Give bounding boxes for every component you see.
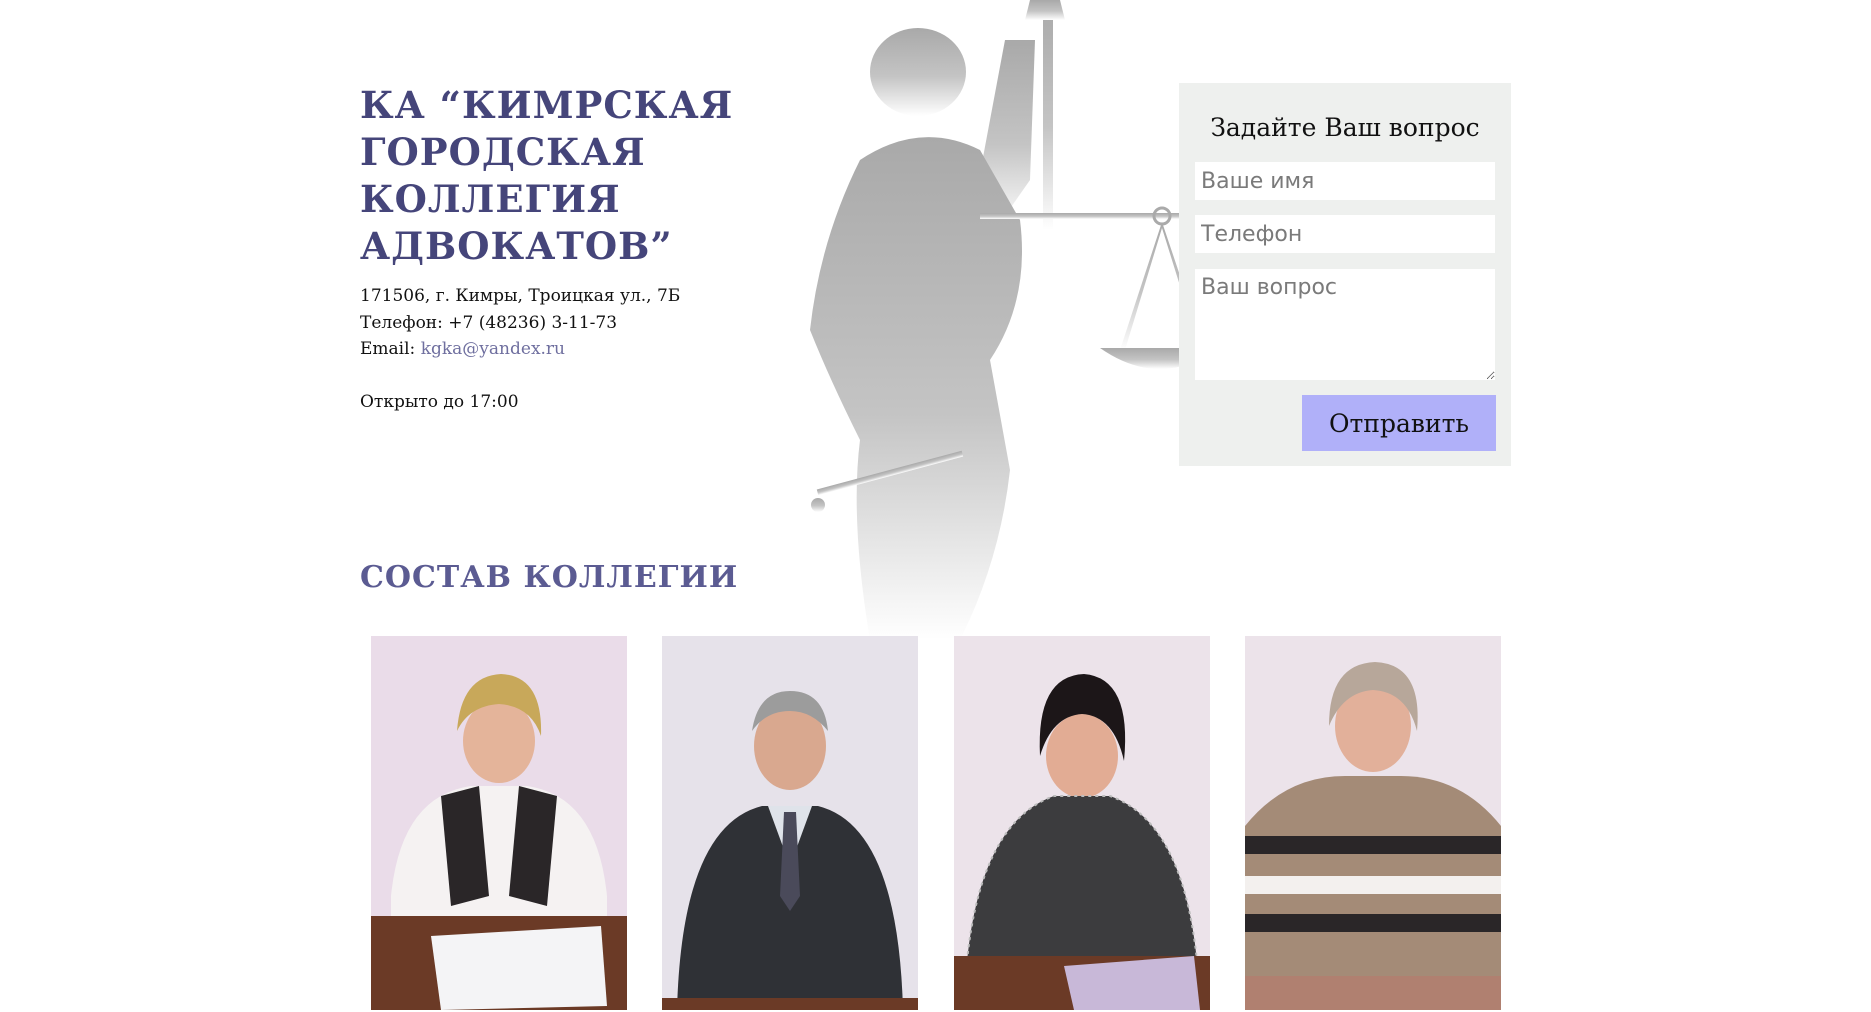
email-link[interactable]: kgka@yandex.ru (421, 339, 565, 359)
page-title: КА “КИМРСКАЯ ГОРОДСКАЯ КОЛЛЕГИЯ АДВОКАТО… (360, 83, 734, 268)
phone-label: Телефон: (360, 312, 443, 333)
form-title: Задайте Ваш вопрос (1210, 113, 1480, 142)
member-photo-3[interactable] (954, 636, 1210, 1010)
question-form: Задайте Ваш вопрос Отправить (1179, 83, 1511, 466)
question-textarea[interactable] (1195, 269, 1495, 380)
phone-line: Телефон: +7 (48236) 3-11-73 (360, 310, 680, 337)
name-input[interactable] (1195, 162, 1495, 200)
phone-input[interactable] (1195, 215, 1495, 253)
member-photo-1[interactable] (371, 636, 627, 1010)
phone-number: +7 (48236) 3-11-73 (448, 312, 618, 333)
member-photo-4[interactable] (1245, 636, 1501, 1010)
contact-info: 171506, г. Кимры, Троицкая ул., 7Б Телеф… (360, 283, 680, 415)
member-photo-2[interactable] (662, 636, 918, 1010)
opening-hours: Открыто до 17:00 (360, 391, 519, 412)
members-section-title: СОСТАВ КОЛЛЕГИИ (360, 560, 739, 595)
address: 171506, г. Кимры, Троицкая ул., 7Б (360, 286, 681, 306)
email-line: Email: kgka@yandex.ru (360, 336, 680, 363)
submit-button[interactable]: Отправить (1302, 395, 1496, 451)
email-label: Email: (360, 339, 416, 359)
